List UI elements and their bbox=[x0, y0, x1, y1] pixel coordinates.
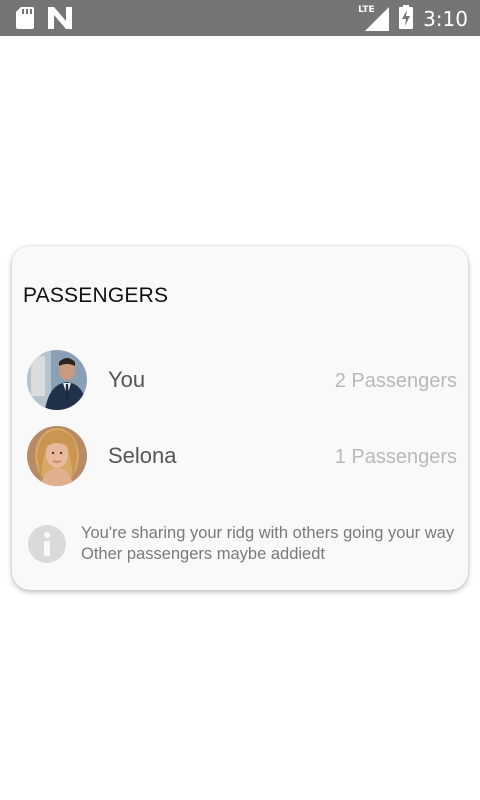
passengers-card: PASSENGERS You 2 Passengers Selona 1 Pas… bbox=[12, 246, 468, 590]
card-title: PASSENGERS bbox=[23, 284, 169, 307]
battery-charging-icon bbox=[399, 5, 414, 33]
network-type-label: LTE bbox=[357, 5, 376, 15]
passenger-name: You bbox=[108, 367, 146, 392]
info-line-1: You're sharing your ridg with others goi… bbox=[81, 524, 455, 542]
status-bar-right: LTE 3:10 bbox=[357, 5, 468, 33]
avatar bbox=[27, 350, 87, 410]
passenger-count: 2 Passengers bbox=[334, 370, 457, 392]
passenger-row-selona[interactable]: Selona 1 Passengers bbox=[27, 426, 457, 488]
info-text: You're sharing your ridg with others goi… bbox=[81, 523, 454, 565]
clock: 3:10 bbox=[423, 7, 468, 31]
status-bar-left bbox=[16, 7, 72, 33]
sd-card-icon bbox=[16, 7, 34, 33]
status-bar: LTE 3:10 bbox=[0, 0, 480, 36]
passenger-name: Selona bbox=[108, 443, 177, 468]
avatar bbox=[27, 426, 87, 486]
passenger-count: 1 Passengers bbox=[334, 446, 457, 468]
n-logo-icon bbox=[48, 7, 72, 33]
info-line-2: Other passengers maybe addiedt bbox=[81, 545, 325, 563]
lte-signal-icon: LTE bbox=[357, 5, 390, 31]
info-icon bbox=[27, 524, 67, 564]
passenger-row-you[interactable]: You 2 Passengers bbox=[27, 350, 457, 412]
info-message: You're sharing your ridg with others goi… bbox=[27, 522, 467, 566]
